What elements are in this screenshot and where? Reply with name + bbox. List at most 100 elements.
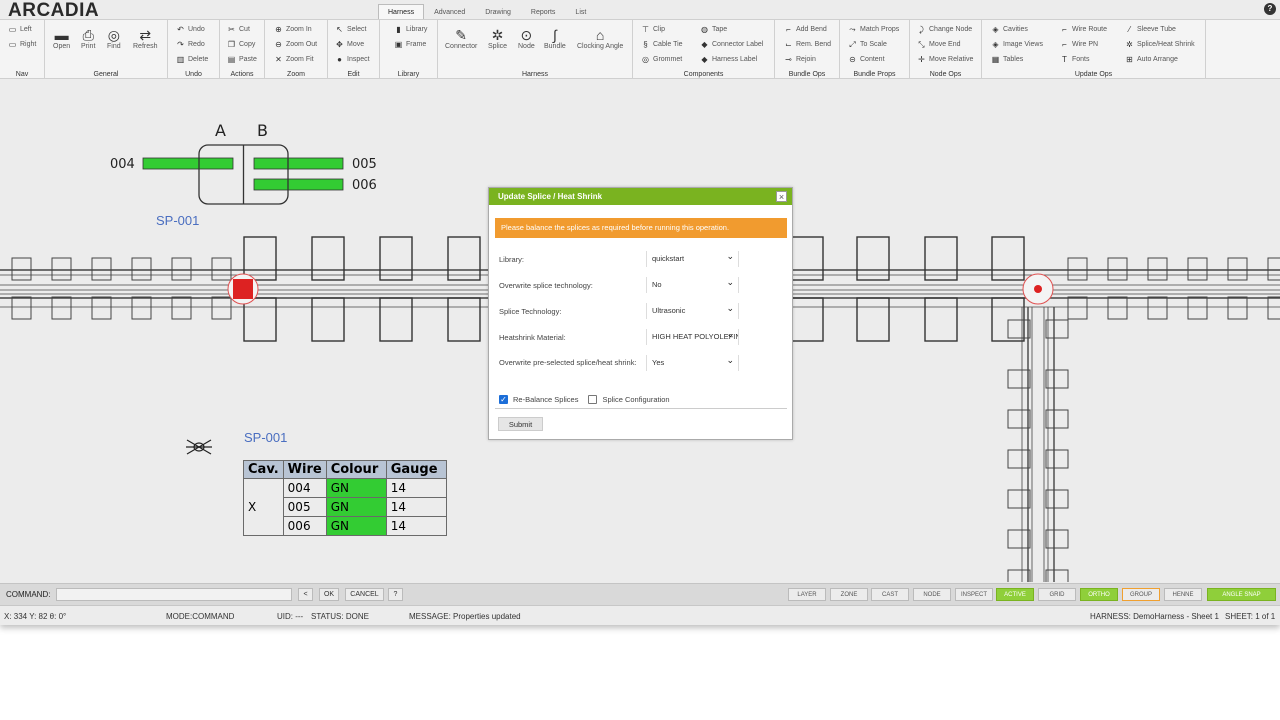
overwrite-preselected-select[interactable]: Yes bbox=[646, 352, 739, 371]
move-relative-button[interactable]: ✛ Move Relative bbox=[917, 54, 973, 66]
clip-mark bbox=[924, 236, 958, 281]
sleeve-tube-button[interactable]: ⁄ Sleeve Tube bbox=[1125, 24, 1176, 36]
copy-button[interactable]: ❐ Copy bbox=[227, 39, 255, 51]
connector-label-button[interactable]: ◆ Connector Label bbox=[700, 39, 763, 51]
node-button[interactable]: ⊙ Node bbox=[518, 27, 535, 50]
print-button[interactable]: ⎙ Print bbox=[81, 27, 95, 50]
library-select[interactable]: quickstart bbox=[646, 248, 739, 267]
heatshrink-material-select[interactable]: HIGH HEAT POLYOLEFIN bbox=[646, 329, 739, 345]
tab-list[interactable]: List bbox=[565, 4, 596, 19]
splice-technology-select[interactable]: Ultrasonic bbox=[646, 300, 739, 319]
overwrite-technology-select[interactable]: No bbox=[646, 274, 739, 293]
submit-button[interactable]: Submit bbox=[498, 417, 543, 431]
splice-marker-node[interactable] bbox=[1034, 285, 1042, 293]
paste-button[interactable]: ▤ Paste bbox=[227, 54, 257, 66]
splice-label[interactable]: SP-001 bbox=[156, 213, 199, 228]
clip-mark bbox=[379, 297, 413, 342]
cavities-icon: ◈ bbox=[992, 25, 999, 34]
zoom-out-button[interactable]: ⊖ Zoom Out bbox=[274, 39, 317, 51]
command-input[interactable] bbox=[56, 588, 292, 601]
back-button[interactable]: < bbox=[298, 588, 313, 601]
select-button[interactable]: ↖ Select bbox=[335, 24, 366, 36]
mode-angle-snap[interactable]: ANGLE SNAP bbox=[1207, 588, 1276, 601]
splice-connector-symbol[interactable] bbox=[142, 144, 344, 205]
auto-arrange-button[interactable]: ⊞ Auto Arrange bbox=[1125, 54, 1178, 66]
change-node-button[interactable]: ⤸ Change Node bbox=[917, 24, 972, 36]
mode-ortho[interactable]: ORTHO bbox=[1080, 588, 1118, 601]
tables-button[interactable]: ▦ Tables bbox=[991, 54, 1024, 66]
mode-cast[interactable]: CAST bbox=[871, 588, 909, 601]
mode-inspect[interactable]: INSPECT bbox=[955, 588, 993, 601]
rejoin-button[interactable]: ⊸ Rejoin bbox=[784, 54, 816, 66]
harness-label-button[interactable]: ◆ Harness Label bbox=[700, 54, 757, 66]
grommet-button[interactable]: ◎ Grommet bbox=[641, 54, 682, 66]
help-icon[interactable]: ? bbox=[1264, 3, 1276, 15]
wire-route-button[interactable]: ⌐ Wire Route bbox=[1060, 24, 1107, 36]
group-title: Update Ops bbox=[1074, 71, 1113, 78]
wire-pn-button[interactable]: ⌐ Wire PN bbox=[1060, 39, 1098, 51]
ok-button[interactable]: OK bbox=[319, 588, 339, 601]
splice-icon: ✲ bbox=[1126, 40, 1133, 49]
content-button[interactable]: ⊝ Content bbox=[848, 54, 884, 66]
nav-right-button[interactable]: ▭ Right bbox=[8, 39, 37, 51]
splice-button[interactable]: ✲ Splice bbox=[488, 27, 507, 50]
mode-group[interactable]: GROUP bbox=[1122, 588, 1160, 601]
group-undo: ↶ Undo ↷ Redo ▥ Delete Undo bbox=[168, 20, 220, 79]
clip-mark bbox=[790, 297, 824, 342]
mode-zone[interactable]: ZONE bbox=[830, 588, 868, 601]
redo-button[interactable]: ↷ Redo bbox=[176, 39, 205, 51]
undo-button[interactable]: ↶ Undo bbox=[176, 24, 205, 36]
tab-harness[interactable]: Harness bbox=[378, 4, 425, 19]
to-scale-button[interactable]: ⤢ To Scale bbox=[848, 39, 887, 51]
move-end-button[interactable]: ⤡ Move End bbox=[917, 39, 960, 51]
cavities-button[interactable]: ◈ Cavities bbox=[991, 24, 1027, 36]
bundle-button[interactable]: ∫ Bundle bbox=[544, 27, 566, 50]
mode-henne[interactable]: HENNE bbox=[1164, 588, 1202, 601]
nav-left-button[interactable]: ▭ Left bbox=[8, 24, 32, 36]
clocking-angle-button[interactable]: ⌂ Clocking Angle bbox=[577, 27, 623, 50]
splice-table-label[interactable]: SP-001 bbox=[244, 430, 287, 445]
splice-heat-shrink-button[interactable]: ✲ Splice/Heat Shrink bbox=[1125, 39, 1194, 51]
frame-button[interactable]: ▣ Frame bbox=[394, 39, 427, 51]
help-button[interactable]: ? bbox=[388, 588, 403, 601]
tab-advanced[interactable]: Advanced bbox=[424, 4, 475, 19]
clip-mark bbox=[1187, 296, 1208, 320]
library-button[interactable]: ▮ Library bbox=[394, 24, 427, 36]
move-button[interactable]: ✥ Move bbox=[335, 39, 364, 51]
cancel-button[interactable]: CANCEL bbox=[345, 588, 384, 601]
cut-button[interactable]: ✂ Cut bbox=[227, 24, 250, 36]
tape-button[interactable]: ◍ Tape bbox=[700, 24, 727, 36]
splice-marker-selected[interactable] bbox=[233, 279, 253, 299]
open-button[interactable]: ▬ Open bbox=[53, 27, 70, 50]
clip-mark bbox=[51, 296, 72, 320]
mode-grid[interactable]: GRID bbox=[1038, 588, 1076, 601]
image-views-button[interactable]: ◈ Image Views bbox=[991, 39, 1043, 51]
zoom-in-button[interactable]: ⊕ Zoom In bbox=[274, 24, 312, 36]
zoom-fit-button[interactable]: ✕ Zoom Fit bbox=[274, 54, 313, 66]
connector-button[interactable]: ✎ Connector bbox=[445, 27, 477, 50]
add-bend-button[interactable]: ⌐ Add Bend bbox=[784, 24, 827, 36]
mode-status: MODE:COMMAND bbox=[166, 612, 235, 621]
tag-icon: ◆ bbox=[701, 40, 708, 49]
mode-node[interactable]: NODE bbox=[913, 588, 951, 601]
rem-bend-button[interactable]: ⌙ Rem. Bend bbox=[784, 39, 831, 51]
splice-table[interactable]: Cav. Wire Colour Gauge X 004 GN 14 005 G… bbox=[243, 460, 447, 536]
close-icon[interactable]: × bbox=[776, 191, 787, 202]
tab-drawing[interactable]: Drawing bbox=[475, 4, 521, 19]
fonts-button[interactable]: T Fonts bbox=[1060, 54, 1089, 66]
refresh-button[interactable]: ⇄ Refresh bbox=[133, 27, 158, 50]
inspect-button[interactable]: ● Inspect bbox=[335, 54, 370, 66]
splice-configuration-checkbox[interactable] bbox=[588, 395, 598, 404]
mode-active[interactable]: ACTIVE bbox=[996, 588, 1034, 601]
arrow-right-icon: ▭ bbox=[8, 40, 17, 49]
rebalance-checkbox[interactable]: ✓ bbox=[499, 395, 508, 404]
tab-reports[interactable]: Reports bbox=[521, 4, 566, 19]
delete-button[interactable]: ▥ Delete bbox=[176, 54, 209, 66]
match-props-button[interactable]: ⤳ Match Props bbox=[848, 24, 899, 36]
clip-button[interactable]: ⊤ Clip bbox=[641, 24, 665, 36]
group-library: ▮ Library ▣ Frame Library bbox=[380, 20, 438, 79]
find-button[interactable]: ◎ Find bbox=[107, 27, 121, 50]
column-header: Gauge bbox=[385, 460, 447, 479]
cable-tie-button[interactable]: § Cable Tie bbox=[641, 39, 682, 51]
mode-layer[interactable]: LAYER bbox=[788, 588, 826, 601]
